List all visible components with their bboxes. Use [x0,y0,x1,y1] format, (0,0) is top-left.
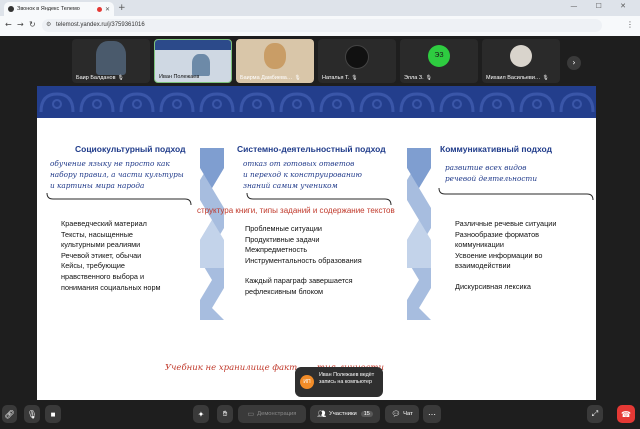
column-title: Социокультурный подход [75,144,186,154]
bracket-shape [246,192,392,206]
participant-name: Баир Балданов 🎙︎ [76,75,124,81]
chat-button[interactable]: 💬︎ Чат [385,405,419,423]
mic-off-icon: 🎙︎ [117,75,124,81]
chevron-right-icon[interactable]: › [567,56,581,70]
fullscreen-icon: ⤢ [591,409,599,418]
participants-strip: Баир Балданов 🎙︎ Иван Полежаев Баирма Дам… [0,36,640,86]
participant-tile[interactable]: ЭЗ Элла З. 🎙︎ [400,39,478,83]
more-icon: ⋯ [428,409,436,419]
mic-off-icon: 🎙︎ [294,75,301,81]
reload-icon[interactable]: ↻ [29,20,36,29]
chat-label: Чат [403,411,413,417]
participant-avatar [345,45,369,69]
site-info-icon[interactable]: ⚙ [46,19,51,32]
more-button[interactable]: ⋯ [423,405,441,423]
browser-menu-icon[interactable]: ⋮ [626,20,634,29]
participant-tile-active[interactable]: Иван Полежаев [154,39,232,83]
link-button[interactable]: 🔗︎ [2,405,17,423]
ornament-pattern [37,86,596,118]
end-call-button[interactable]: ☎︎ [617,405,635,423]
center-caption: структура книги, типы заданий и содержан… [197,206,395,215]
hand-icon: ✋︎ [222,409,228,418]
effects-button[interactable]: ✦ [193,405,209,423]
microphone-off-icon: 🎙︎ [26,409,38,419]
participants-count: 15 [360,411,373,417]
participant-video [96,41,126,75]
column-title: Коммуникативный подход [440,144,552,154]
window-controls[interactable]: — ☐ ✕ [570,2,634,10]
bracket-shape [438,187,594,201]
participant-avatar [510,45,532,67]
telemost-favicon-icon [8,6,14,12]
column-list: Различные речевые ситуации Разнообразие … [455,219,557,291]
column-subtitle: обучение языку не просто как набору прав… [50,159,184,190]
bracket-shape [46,192,192,206]
column-title: Системно-деятельностный подход [237,144,386,154]
camera-button[interactable]: ■ [45,405,61,423]
back-icon[interactable]: ← [5,20,12,29]
participant-name: Михаил Васильеви… 🎙︎ [486,75,549,81]
participant-video [191,54,210,76]
zigzag-separator [407,148,431,320]
participant-name: Иван Полежаев [159,74,200,80]
column-list: Краеведческий материал Тексты, насыщенны… [61,219,161,292]
shared-slide: Социокультурный подход Системно-деятельн… [37,86,596,400]
link-icon: 🔗︎ [4,409,15,419]
participants-label: Участники [329,411,357,417]
participant-name: Элла З. 🎙︎ [404,75,432,81]
recording-notification: ИП Иван Полежаев ведёт запись на компьют… [295,367,383,397]
screen-share-label: Демонстрация [257,411,297,417]
zigzag-separator [200,148,224,320]
participant-tile[interactable]: Баирма Дамбиева… 🎙︎ [236,39,314,83]
participant-tile[interactable]: Михаил Васильеви… 🎙︎ [482,39,560,83]
participant-video [264,43,286,69]
url-field[interactable]: ⚙ telemost.yandex.ru/j/3759361016 [42,19,602,32]
close-tab-icon[interactable]: ✕ [105,6,110,13]
participant-tile[interactable]: Баир Балданов 🎙︎ [72,39,150,83]
column-subtitle: развитие всех видов речевой деятельности [445,163,538,183]
fullscreen-button[interactable]: ⤢ [587,405,603,423]
participant-avatar: ЭЗ [428,45,450,67]
screen-share-button[interactable]: ▭ Демонстрация [238,405,306,423]
forward-icon[interactable]: → [17,20,24,29]
participants-button[interactable]: 👥︎ Участники 15 [310,405,380,423]
browser-tab-bar: Звонок в Яндекс Телемо ✕ + — ☐ ✕ [0,0,640,16]
mic-off-icon: 🎙︎ [351,75,358,81]
camera-icon: ■ [50,409,56,419]
participant-name: Наталья Т. 🎙︎ [322,75,358,81]
screen-share-icon: ▭ [247,411,255,418]
column-list: Проблемные ситуации Продуктивные задачи … [245,224,362,296]
participant-tile[interactable]: Наталья Т. 🎙︎ [318,39,396,83]
call-toolbar: 🔗︎ 🎙︎ ■ ✦ ✋︎ ▭ Демонстрация 👥︎ Участники 15… [0,400,640,429]
chat-icon: 💬︎ [391,411,401,418]
participant-video-banner [155,40,231,50]
people-icon: 👥︎ [317,411,327,418]
microphone-button[interactable]: 🎙︎ [24,405,40,423]
mic-off-icon: 🎙︎ [425,75,432,81]
toast-message: Иван Полежаев ведёт запись на компьютер [319,372,375,385]
column-subtitle: отказ от готовых ответов и переход к кон… [243,159,362,190]
phone-hangup-icon: ☎︎ [621,409,631,419]
raise-hand-button[interactable]: ✋︎ [217,405,233,423]
slide-ornament-band [37,86,596,118]
toast-avatar: ИП [300,375,314,389]
browser-tab[interactable]: Звонок в Яндекс Телемо ✕ [4,2,114,16]
address-bar: ← → ↻ ⚙ telemost.yandex.ru/j/3759361016 … [0,16,640,37]
new-tab-button[interactable]: + [118,2,126,14]
url-text: telemost.yandex.ru/j/3759361016 [56,22,145,28]
tab-title: Звонок в Яндекс Телемо [17,6,80,12]
recording-indicator-icon [96,6,102,12]
participant-name: Баирма Дамбиева… 🎙︎ [240,75,301,81]
sparkle-icon: ✦ [197,409,205,419]
mic-off-icon: 🎙︎ [542,75,549,81]
